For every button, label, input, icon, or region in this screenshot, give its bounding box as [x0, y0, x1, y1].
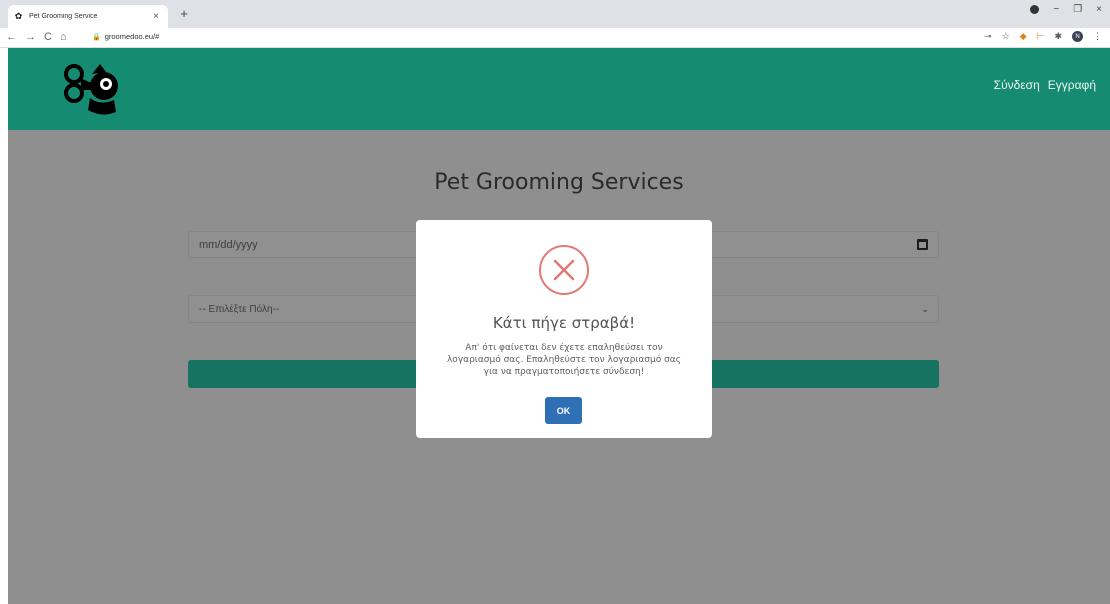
date-placeholder: mm/dd/yyyy — [199, 238, 258, 251]
nav-buttons: ← → C ⌂ — [6, 31, 67, 43]
site-header: Σύνδεση Εγγραφή — [8, 48, 1110, 130]
register-link[interactable]: Εγγραφή — [1048, 78, 1096, 92]
dialog-title: Κάτι πήγε στραβά! — [492, 314, 636, 332]
minimize-button[interactable]: − — [1053, 4, 1059, 15]
home-icon[interactable]: ⌂ — [60, 31, 67, 43]
chevron-down-icon: ⌄ — [921, 304, 929, 314]
error-dialog: Κάτι πήγε στραβά! Απ' ότι φαίνεται δεν έ… — [416, 220, 712, 438]
star-icon[interactable]: ☆ — [1002, 31, 1010, 42]
url-text: groomedoo.eu/# — [104, 32, 160, 41]
address-bar: ← → C ⌂ 🔒 groomedoo.eu/# ⊸ ☆ ◆ ⊢ ✱ N ⋮ — [0, 28, 1110, 48]
dialog-message: Απ' ότι φαίνεται δεν έχετε επαληθεύσει τ… — [446, 343, 682, 377]
forward-icon[interactable]: → — [25, 31, 36, 43]
reload-icon[interactable]: C — [44, 31, 52, 43]
extension-icon[interactable]: ◆ — [1020, 31, 1027, 42]
restore-button[interactable]: ❐ — [1073, 4, 1082, 15]
profile-avatar[interactable]: N — [1072, 31, 1083, 42]
window-controls: − ❐ × — [1030, 4, 1102, 15]
page: Σύνδεση Εγγραφή Pet Grooming Services mm… — [8, 48, 1110, 604]
menu-icon[interactable]: ⋮ — [1093, 31, 1102, 42]
new-tab-button[interactable]: + — [176, 6, 192, 21]
record-icon[interactable] — [1030, 5, 1040, 14]
extension-icon[interactable]: ⊢ — [1037, 31, 1045, 42]
paw-icon: ✿ — [14, 11, 23, 21]
extension-toolbar: ⊸ ☆ ◆ ⊢ ✱ N ⋮ — [984, 31, 1102, 42]
browser-tab-bar: ✿ Pet Grooming Service × + − ❐ × — [0, 0, 1110, 28]
login-link[interactable]: Σύνδεση — [994, 78, 1040, 92]
calendar-icon[interactable] — [917, 239, 928, 250]
logo-icon[interactable] — [60, 60, 124, 118]
page-title: Pet Grooming Services — [434, 170, 684, 195]
back-icon[interactable]: ← — [6, 31, 17, 43]
error-x-icon — [539, 245, 589, 295]
header-nav: Σύνδεση Εγγραφή — [994, 78, 1096, 92]
lock-icon: 🔒 — [92, 33, 101, 41]
puzzle-icon[interactable]: ✱ — [1054, 31, 1062, 42]
ok-button[interactable]: OK — [545, 397, 582, 424]
close-window-button[interactable]: × — [1096, 4, 1102, 15]
browser-tab[interactable]: ✿ Pet Grooming Service × — [8, 5, 168, 28]
url-field[interactable]: 🔒 groomedoo.eu/# — [92, 32, 159, 41]
city-select-value: -- Επιλέξτε Πόλη-- — [199, 303, 280, 315]
tab-title: Pet Grooming Service — [29, 13, 98, 20]
close-tab-icon[interactable]: × — [150, 11, 162, 22]
key-icon[interactable]: ⊸ — [984, 31, 992, 42]
